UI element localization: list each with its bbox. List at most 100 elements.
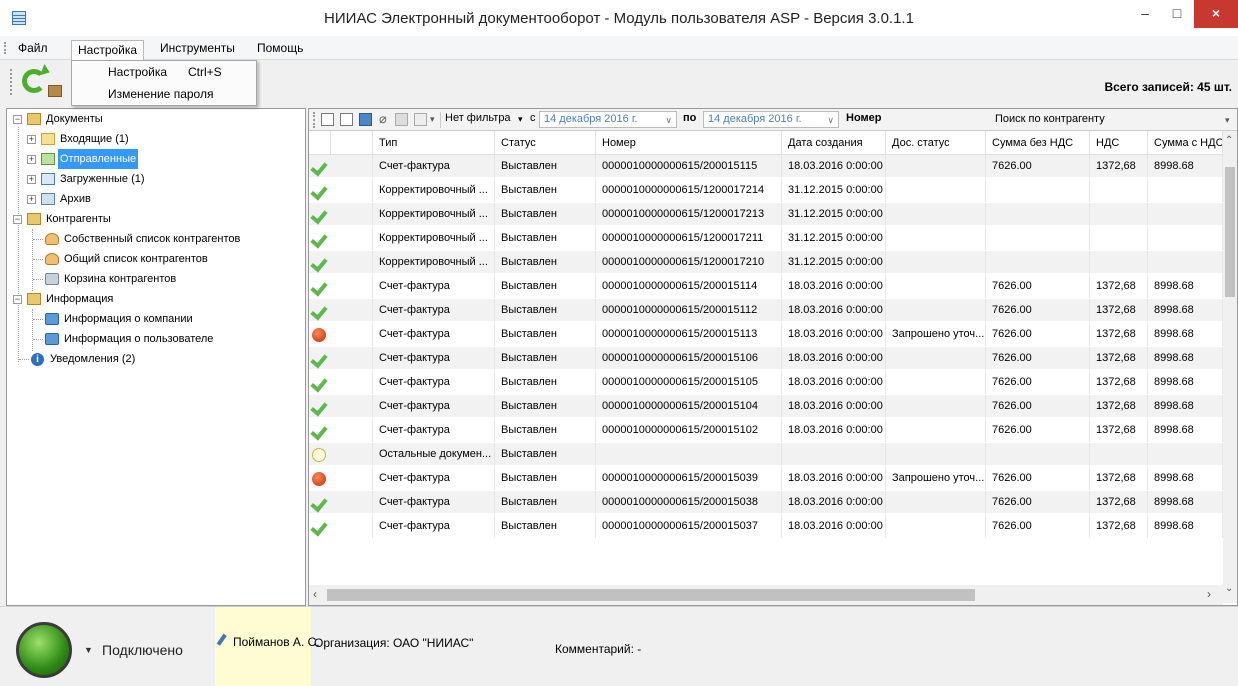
minimize-button[interactable]: – xyxy=(1128,0,1162,28)
table-row[interactable]: Счет-фактура Выставлен 0000010000000615/20… xyxy=(309,515,1223,538)
counterparty-search[interactable]: Поиск по контрагенту xyxy=(989,111,1229,129)
table-cell-total: 8998.68 xyxy=(1148,371,1223,394)
table-row[interactable]: Корректировочный ... Выставлен 00000100000… xyxy=(309,227,1223,250)
table-row[interactable]: Счет-фактура Выставлен 0000010000000615/20… xyxy=(309,467,1223,490)
table-cell-number: 0000010000000615/200015038 xyxy=(596,491,782,514)
refresh-arrow-icon xyxy=(40,63,52,79)
scroll-right-icon[interactable]: › xyxy=(1207,587,1211,601)
column-header-doc-status[interactable]: Дос. статус xyxy=(886,131,986,155)
chevron-down-icon[interactable]: ▼ xyxy=(84,645,93,655)
table-cell-type: Счет-фактура xyxy=(373,347,495,370)
package-icon[interactable] xyxy=(48,85,62,97)
close-button[interactable]: × xyxy=(1194,0,1238,28)
connection-status-icon[interactable] xyxy=(16,622,72,678)
user-icon xyxy=(45,333,59,345)
table-row[interactable]: Счет-фактура Выставлен 0000010000000615/20… xyxy=(309,155,1223,178)
dropdown-item-settings[interactable]: Настройка Ctrl+S xyxy=(72,63,256,83)
table-cell-vat: 1372,68 xyxy=(1090,299,1148,322)
table-cell-number: 0000010000000615/200015112 xyxy=(596,299,782,322)
column-header-vat[interactable]: НДС xyxy=(1090,131,1148,155)
check-icon xyxy=(311,495,327,511)
number-search-label[interactable]: Номер xyxy=(846,112,882,124)
table-cell-doc-status xyxy=(886,515,986,538)
table-row[interactable]: Счет-фактура Выставлен 0000010000000615/20… xyxy=(309,275,1223,298)
table-cell-sum xyxy=(986,203,1090,226)
table-row[interactable]: Остальные докумен... Выставлен xyxy=(309,443,1223,466)
check-icon xyxy=(311,183,327,199)
date-from-picker[interactable]: 14 декабря 2016 г. ∨ xyxy=(539,111,677,128)
menu-tools[interactable]: Инструменты xyxy=(154,39,241,57)
table-row[interactable]: Счет-фактура Выставлен 0000010000000615/20… xyxy=(309,323,1223,346)
maximize-button[interactable]: □ xyxy=(1160,0,1194,28)
dropdown-item-change-password[interactable]: Изменение пароля xyxy=(72,85,256,105)
sign-icon[interactable] xyxy=(414,113,427,126)
table-cell-doc-status xyxy=(886,179,986,202)
column-header-status[interactable]: Статус xyxy=(495,131,596,155)
table-cell-number: 0000010000000615/200015114 xyxy=(596,275,782,298)
table-row[interactable]: Счет-фактура Выставлен 0000010000000615/20… xyxy=(309,419,1223,442)
toolbar-grip xyxy=(10,69,12,95)
menu-help[interactable]: Помощь xyxy=(251,39,309,57)
horizontal-scrollbar[interactable]: ‹ › xyxy=(309,585,1223,605)
table-cell-vat xyxy=(1090,443,1148,466)
chevron-down-icon: ∨ xyxy=(827,115,834,125)
check-icon xyxy=(311,375,327,391)
scroll-left-icon[interactable]: ‹ xyxy=(313,587,317,601)
scroll-thumb[interactable] xyxy=(327,589,975,601)
scroll-up-icon[interactable]: ⌃ xyxy=(1225,135,1233,146)
expand-icon[interactable]: + xyxy=(27,135,36,144)
organization: Организация: ОАО "НИИАС" xyxy=(314,636,474,650)
table-cell-flag xyxy=(331,275,373,298)
table-row[interactable]: Счет-фактура Выставлен 0000010000000615/20… xyxy=(309,491,1223,514)
table-cell-doc-status xyxy=(886,299,986,322)
pen-icon xyxy=(216,633,234,651)
menu-settings[interactable]: Настройка xyxy=(71,40,145,60)
chevron-down-icon[interactable]: ▾ xyxy=(430,114,435,125)
collapse-icon[interactable]: − xyxy=(13,295,22,304)
column-header-total[interactable]: Сумма с НДС xyxy=(1148,131,1223,155)
table-row[interactable]: Счет-фактура Выставлен 0000010000000615/20… xyxy=(309,395,1223,418)
menu-grip xyxy=(4,42,6,54)
table-row[interactable]: Счет-фактура Выставлен 0000010000000615/20… xyxy=(309,371,1223,394)
collapse-icon[interactable]: − xyxy=(13,115,22,124)
expand-icon[interactable]: + xyxy=(27,195,36,204)
column-header-flag[interactable] xyxy=(331,131,373,155)
view-detail-icon[interactable] xyxy=(340,113,353,126)
scroll-thumb[interactable] xyxy=(1225,167,1235,297)
table-row[interactable]: Счет-фактура Выставлен 0000010000000615/20… xyxy=(309,299,1223,322)
print-icon[interactable] xyxy=(395,113,408,126)
column-header-icon[interactable] xyxy=(309,131,331,155)
table-row[interactable]: Счет-фактура Выставлен 0000010000000615/20… xyxy=(309,347,1223,370)
table-row[interactable]: Корректировочный ... Выставлен 00000100000… xyxy=(309,203,1223,226)
menu-file[interactable]: Файл xyxy=(12,39,54,57)
expand-icon[interactable]: + xyxy=(27,175,36,184)
table-cell-type: Корректировочный ... xyxy=(373,227,495,250)
table-cell-status: Выставлен xyxy=(495,419,596,442)
vertical-scrollbar[interactable]: ⌃ ⌄ xyxy=(1223,131,1237,603)
column-header-number[interactable]: Номер xyxy=(596,131,782,155)
filter-dropdown-icon[interactable]: ▾ xyxy=(518,114,523,125)
table-cell-type: Счет-фактура xyxy=(373,419,495,442)
expand-icon[interactable]: + xyxy=(27,155,36,164)
column-header-sum[interactable]: Сумма без НДС xyxy=(986,131,1090,155)
export-icon[interactable] xyxy=(359,113,372,126)
view-list-icon[interactable] xyxy=(321,113,334,126)
collapse-icon[interactable]: − xyxy=(13,215,22,224)
table-cell-flag xyxy=(331,467,373,490)
check-icon xyxy=(311,159,327,175)
toolbar-overflow-icon[interactable]: ▾ xyxy=(1225,115,1230,126)
tree-line xyxy=(33,239,43,240)
date-to-picker[interactable]: 14 декабря 2016 г. ∨ xyxy=(703,111,839,128)
table-cell-sum: 7626.00 xyxy=(986,347,1090,370)
table-cell-sum: 7626.00 xyxy=(986,299,1090,322)
column-header-type[interactable]: Тип xyxy=(373,131,495,155)
scroll-down-icon[interactable]: ⌄ xyxy=(1225,583,1233,594)
attachment-icon[interactable]: ⌀ xyxy=(379,111,387,127)
filter-select[interactable]: Нет фильтра xyxy=(445,112,511,124)
column-header-date[interactable]: Дата создания xyxy=(782,131,886,155)
table-row[interactable]: Корректировочный ... Выставлен 00000100000… xyxy=(309,179,1223,202)
company-icon xyxy=(45,313,59,325)
table-cell-flag xyxy=(331,155,373,178)
table-row[interactable]: Корректировочный ... Выставлен 00000100000… xyxy=(309,251,1223,274)
current-user[interactable]: Пойманов А. С. xyxy=(215,607,320,686)
